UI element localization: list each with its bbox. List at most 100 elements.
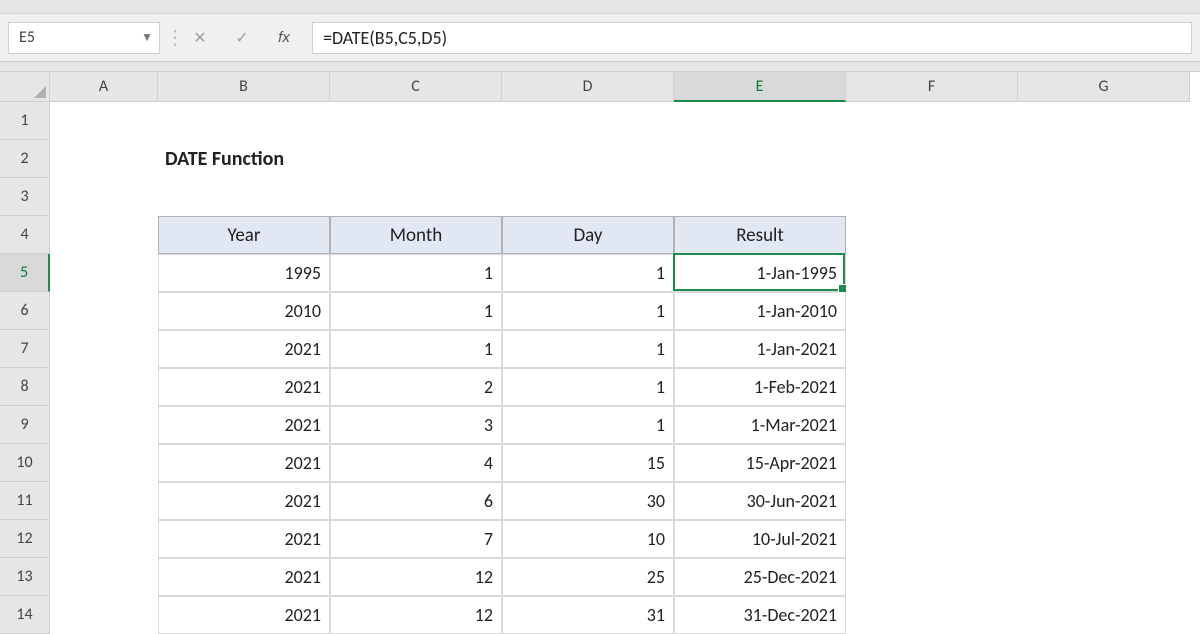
- table-cell[interactable]: 2021: [158, 368, 330, 406]
- cell-F1[interactable]: [846, 102, 1018, 140]
- row-header-13[interactable]: 13: [0, 558, 50, 596]
- cell-B3[interactable]: [158, 178, 330, 216]
- cell-G1[interactable]: [1018, 102, 1190, 140]
- cell-A1[interactable]: [50, 102, 158, 140]
- table-cell[interactable]: 31: [502, 596, 674, 634]
- table-cell[interactable]: 2: [330, 368, 502, 406]
- table-header-month[interactable]: Month: [330, 216, 502, 254]
- row-header-9[interactable]: 9: [0, 406, 50, 444]
- chevron-down-icon[interactable]: ▼: [141, 30, 153, 45]
- cell-A2[interactable]: [50, 140, 158, 178]
- table-cell[interactable]: 1: [502, 254, 674, 292]
- table-cell[interactable]: 15-Apr-2021: [674, 444, 846, 482]
- table-cell[interactable]: 1: [330, 292, 502, 330]
- cell-A4[interactable]: [50, 216, 158, 254]
- cell-G14[interactable]: [1018, 596, 1190, 634]
- table-cell[interactable]: 1-Mar-2021: [674, 406, 846, 444]
- table-cell[interactable]: 4: [330, 444, 502, 482]
- table-cell[interactable]: 30: [502, 482, 674, 520]
- table-header-day[interactable]: Day: [502, 216, 674, 254]
- cell-G6[interactable]: [1018, 292, 1190, 330]
- table-header-year[interactable]: Year: [158, 216, 330, 254]
- col-header-B[interactable]: B: [158, 72, 330, 102]
- cell-A3[interactable]: [50, 178, 158, 216]
- page-title[interactable]: DATE Function: [158, 140, 330, 178]
- table-cell[interactable]: 25: [502, 558, 674, 596]
- table-cell[interactable]: 2021: [158, 444, 330, 482]
- cell-G9[interactable]: [1018, 406, 1190, 444]
- fx-icon[interactable]: fx: [274, 29, 294, 46]
- table-cell[interactable]: 2021: [158, 558, 330, 596]
- cell-F4[interactable]: [846, 216, 1018, 254]
- table-cell[interactable]: 3: [330, 406, 502, 444]
- col-header-F[interactable]: F: [846, 72, 1018, 102]
- cell-D3[interactable]: [502, 178, 674, 216]
- cell-F2[interactable]: [846, 140, 1018, 178]
- cell-E2[interactable]: [674, 140, 846, 178]
- table-cell[interactable]: 2021: [158, 330, 330, 368]
- cell-F10[interactable]: [846, 444, 1018, 482]
- table-cell[interactable]: 1: [502, 406, 674, 444]
- row-header-12[interactable]: 12: [0, 520, 50, 558]
- table-cell[interactable]: 1: [330, 330, 502, 368]
- row-header-14[interactable]: 14: [0, 596, 50, 634]
- cell-C2[interactable]: [330, 140, 502, 178]
- cell-A14[interactable]: [50, 596, 158, 634]
- cell-A11[interactable]: [50, 482, 158, 520]
- row-header-11[interactable]: 11: [0, 482, 50, 520]
- cell-A13[interactable]: [50, 558, 158, 596]
- table-cell[interactable]: 12: [330, 596, 502, 634]
- cell-F13[interactable]: [846, 558, 1018, 596]
- table-cell[interactable]: 30-Jun-2021: [674, 482, 846, 520]
- cell-F3[interactable]: [846, 178, 1018, 216]
- cell-C1[interactable]: [330, 102, 502, 140]
- cell-A8[interactable]: [50, 368, 158, 406]
- cell-A12[interactable]: [50, 520, 158, 558]
- cell-B1[interactable]: [158, 102, 330, 140]
- table-cell[interactable]: 1: [502, 330, 674, 368]
- table-cell[interactable]: 10: [502, 520, 674, 558]
- cell-C3[interactable]: [330, 178, 502, 216]
- enter-icon[interactable]: ✓: [232, 28, 252, 48]
- row-header-5[interactable]: 5: [0, 254, 50, 292]
- cell-F11[interactable]: [846, 482, 1018, 520]
- row-header-3[interactable]: 3: [0, 178, 50, 216]
- row-header-10[interactable]: 10: [0, 444, 50, 482]
- spreadsheet-grid[interactable]: ABCDEFG12DATE Function34YearMonthDayResu…: [0, 72, 1200, 634]
- table-cell[interactable]: 7: [330, 520, 502, 558]
- row-header-7[interactable]: 7: [0, 330, 50, 368]
- table-cell[interactable]: 1-Jan-2021: [674, 330, 846, 368]
- table-cell[interactable]: 1: [502, 368, 674, 406]
- cell-F5[interactable]: [846, 254, 1018, 292]
- table-cell[interactable]: 12: [330, 558, 502, 596]
- cell-A9[interactable]: [50, 406, 158, 444]
- table-cell[interactable]: 1: [502, 292, 674, 330]
- cell-G10[interactable]: [1018, 444, 1190, 482]
- name-box[interactable]: E5 ▼: [8, 22, 160, 54]
- row-header-6[interactable]: 6: [0, 292, 50, 330]
- row-header-4[interactable]: 4: [0, 216, 50, 254]
- cell-A7[interactable]: [50, 330, 158, 368]
- table-cell[interactable]: 25-Dec-2021: [674, 558, 846, 596]
- cell-A6[interactable]: [50, 292, 158, 330]
- cell-E3[interactable]: [674, 178, 846, 216]
- cell-F8[interactable]: [846, 368, 1018, 406]
- cell-F6[interactable]: [846, 292, 1018, 330]
- col-header-D[interactable]: D: [502, 72, 674, 102]
- cell-G4[interactable]: [1018, 216, 1190, 254]
- col-header-G[interactable]: G: [1018, 72, 1190, 102]
- cell-D2[interactable]: [502, 140, 674, 178]
- table-header-result[interactable]: Result: [674, 216, 846, 254]
- cell-A5[interactable]: [50, 254, 158, 292]
- table-cell[interactable]: 2010: [158, 292, 330, 330]
- table-cell[interactable]: 1995: [158, 254, 330, 292]
- cell-G8[interactable]: [1018, 368, 1190, 406]
- row-header-1[interactable]: 1: [0, 102, 50, 140]
- col-header-E[interactable]: E: [674, 72, 846, 102]
- table-cell[interactable]: 1-Jan-2010: [674, 292, 846, 330]
- cell-G7[interactable]: [1018, 330, 1190, 368]
- table-cell[interactable]: 2021: [158, 596, 330, 634]
- row-header-2[interactable]: 2: [0, 140, 50, 178]
- table-cell[interactable]: 1: [330, 254, 502, 292]
- table-cell[interactable]: 6: [330, 482, 502, 520]
